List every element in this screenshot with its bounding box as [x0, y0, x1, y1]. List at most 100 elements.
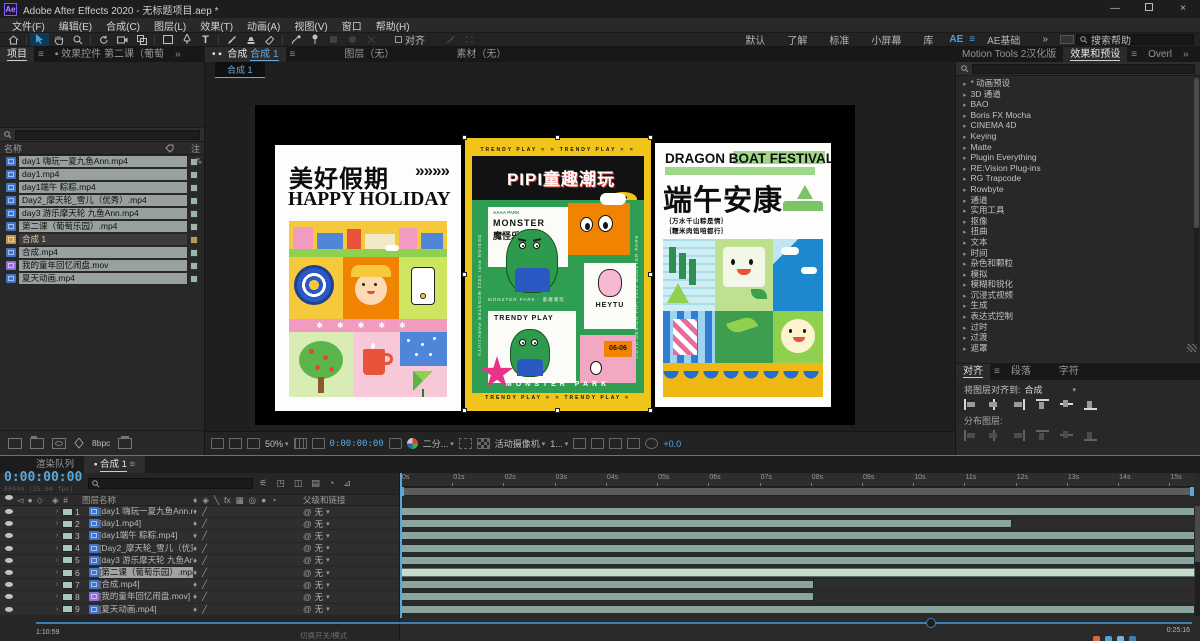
layer-color-chip[interactable] — [62, 531, 73, 540]
help-search-box[interactable]: 搜索帮助 — [1076, 34, 1194, 47]
frame-blending-icon[interactable]: ▤ — [311, 478, 320, 489]
effect-category[interactable]: ▸ 扭曲 — [956, 226, 1200, 237]
workspace-overflow-icon[interactable]: » — [1032, 34, 1058, 45]
project-search[interactable] — [0, 128, 204, 142]
layer-name[interactable]: [day3 游乐摩天轮 九鱼Ann.mp4] — [99, 555, 193, 566]
current-timecode[interactable]: 0:00:00:00 00000 (25.00 fps) — [4, 471, 82, 496]
selection-handle[interactable] — [462, 272, 467, 277]
selection-handle[interactable] — [648, 408, 653, 413]
poster-monster-park[interactable]: TRENDY PLAY ✕ ✕ TRENDY PLAY ✕ ✕ PIPI童趣潮玩… — [465, 138, 651, 411]
disclosure-triangle-icon[interactable]: ▸ — [963, 92, 967, 99]
tab-composition[interactable]: • ▪ 合成 合成 1 — [205, 47, 286, 62]
effects-scrollbar[interactable] — [1194, 78, 1199, 348]
layer-bar-row[interactable] — [400, 518, 1194, 531]
eye-icon[interactable] — [5, 557, 13, 563]
item-color-checkbox[interactable] — [190, 183, 198, 192]
layer-bar-row[interactable] — [400, 530, 1195, 543]
clone-stamp-tool-icon[interactable] — [241, 33, 260, 46]
effect-category[interactable]: ▸ 生成 — [956, 300, 1200, 311]
parent-link-cell[interactable]: @ 无 ▾ — [303, 567, 399, 579]
tab-timeline-comp[interactable]: ▪ 合成 1 ≡ — [84, 456, 146, 473]
expander-icon[interactable]: › — [52, 593, 62, 600]
align-button[interactable] — [1012, 399, 1025, 410]
eye-icon[interactable] — [5, 545, 13, 551]
item-color-checkbox[interactable] — [190, 248, 198, 257]
parent-link-cell[interactable]: @ 无 ▾ — [303, 506, 399, 518]
layer-duration-bar[interactable] — [401, 567, 1195, 577]
project-item[interactable]: Day2_摩天轮_雪儿（优秀）.mp4 — [0, 194, 204, 207]
project-flowchart-icon[interactable] — [74, 437, 84, 449]
trash-icon[interactable] — [118, 435, 133, 449]
transparency-grid-icon[interactable] — [476, 438, 490, 449]
disclosure-triangle-icon[interactable]: ▸ — [963, 81, 967, 88]
menu-item[interactable]: 动画(A) — [241, 18, 286, 33]
tab-effects-presets[interactable]: 效果和预设 — [1063, 47, 1128, 62]
puppet-pin-tool-icon[interactable] — [305, 33, 324, 46]
zoom-tool-icon[interactable] — [68, 33, 87, 46]
effect-category[interactable]: ▸ 3D 通道 — [956, 89, 1200, 100]
pen-tool-icon[interactable] — [177, 33, 196, 46]
parent-link-cell[interactable]: @ 无 ▾ — [303, 603, 399, 615]
home-icon[interactable] — [4, 33, 23, 46]
motion-blur-icon[interactable]: ◔ — [329, 478, 334, 489]
workspace-switcher-icon[interactable] — [1060, 35, 1074, 44]
eye-icon[interactable] — [5, 533, 13, 539]
close-button[interactable]: × — [1166, 0, 1200, 18]
layer-duration-bar[interactable] — [401, 604, 1195, 614]
layer-row[interactable]: › 7 [合成.mp4] ♦ ╱ @ 无 ▾ — [0, 579, 399, 592]
effect-category[interactable]: ▸ Plugin Everything — [956, 152, 1200, 163]
parent-link-cell[interactable]: @ 无 ▾ — [303, 579, 399, 591]
item-color-checkbox[interactable] — [190, 261, 198, 270]
layer-duration-bar[interactable] — [401, 531, 1195, 541]
effect-category[interactable]: ▸ * 动画预设 — [956, 78, 1200, 89]
shape-tool-icon[interactable] — [158, 33, 177, 46]
project-item[interactable]: 夏天动画.mp4 — [0, 272, 204, 285]
layer-duration-bar[interactable] — [401, 507, 1195, 516]
item-color-checkbox[interactable] — [190, 196, 198, 205]
snap-checkbox[interactable] — [395, 36, 402, 43]
pan-behind-tool-icon[interactable] — [132, 33, 151, 46]
layer-duration-bar[interactable] — [401, 592, 814, 602]
poster-happy-holiday[interactable]: 美好假期 »»»» HAPPY HOLIDAY ✱✱✱✱✱ — [275, 145, 461, 411]
tab-align[interactable]: 对齐 — [956, 364, 990, 380]
layer-switches[interactable]: ♦ ╱ — [193, 568, 303, 577]
project-panel-menu-icon[interactable]: ≡ — [34, 47, 48, 62]
layer-switches[interactable]: ♦ ╱ — [193, 507, 303, 516]
align-to-dropdown[interactable]: 合成 — [1025, 383, 1043, 396]
effect-category[interactable]: ▸ 通道 — [956, 195, 1200, 206]
align-button[interactable] — [964, 399, 977, 410]
parent-link-cell[interactable]: @ 无 ▾ — [303, 591, 399, 603]
effects-search-input[interactable] — [972, 63, 1195, 74]
effects-panel-menu-icon[interactable]: ≡ — [1127, 47, 1141, 62]
selection-handle[interactable] — [648, 272, 653, 277]
comp-navigator-tab[interactable]: 合成 1 — [215, 62, 265, 78]
viewer-timecode[interactable]: 0:00:00:00 — [330, 439, 384, 449]
project-columns-header[interactable]: 名称 注 — [0, 142, 204, 155]
layer-bar-row[interactable] — [400, 566, 1195, 580]
effect-category[interactable]: ▸ 模糊和锐化 — [956, 279, 1200, 290]
toggle-switches-hint[interactable]: 切换开关/模式 — [300, 630, 347, 641]
layer-color-chip[interactable] — [62, 592, 73, 601]
layer-duration-bar[interactable] — [401, 555, 1195, 565]
project-item[interactable]: day1 嗨玩一夏九鱼Ann.mp4 ⁂ — [0, 155, 204, 168]
work-area-bar[interactable] — [400, 487, 1194, 496]
mask-visibility-icon[interactable] — [311, 438, 325, 449]
layer-bar-row[interactable] — [400, 542, 1195, 555]
new-composition-icon[interactable] — [52, 437, 66, 449]
magnification-dropdown[interactable]: 50% ▾ — [265, 439, 289, 449]
layer-color-chip[interactable] — [62, 544, 73, 553]
column-name[interactable]: 名称 — [4, 142, 165, 155]
layer-row[interactable]: › 1 [day1 嗨玩一夏九鱼Ann.mp4]♦╱@无▾ — [0, 506, 399, 519]
camera-dropdown[interactable]: 活动摄像机 ▾ — [495, 437, 546, 450]
layer-duration-bar[interactable] — [401, 519, 1013, 529]
tab-motion-tools[interactable]: Motion Tools 2汉化版 — [955, 47, 1063, 62]
menu-item[interactable]: 编辑(E) — [53, 18, 98, 33]
menu-item[interactable]: 窗口 — [336, 18, 368, 33]
layer-color-chip[interactable] — [62, 605, 73, 614]
composition-canvas[interactable]: 美好假期 »»»» HAPPY HOLIDAY ✱✱✱✱✱ TRENDY PLA… — [255, 105, 855, 425]
layer-name[interactable]: [day1.mp4] — [99, 518, 193, 529]
disclosure-triangle-icon[interactable]: ▸ — [963, 208, 967, 215]
effect-category[interactable]: ▸ Rowbyte — [956, 184, 1200, 195]
expander-icon[interactable]: › — [52, 557, 62, 564]
effect-category[interactable]: ▸ 实用工具 — [956, 205, 1200, 216]
